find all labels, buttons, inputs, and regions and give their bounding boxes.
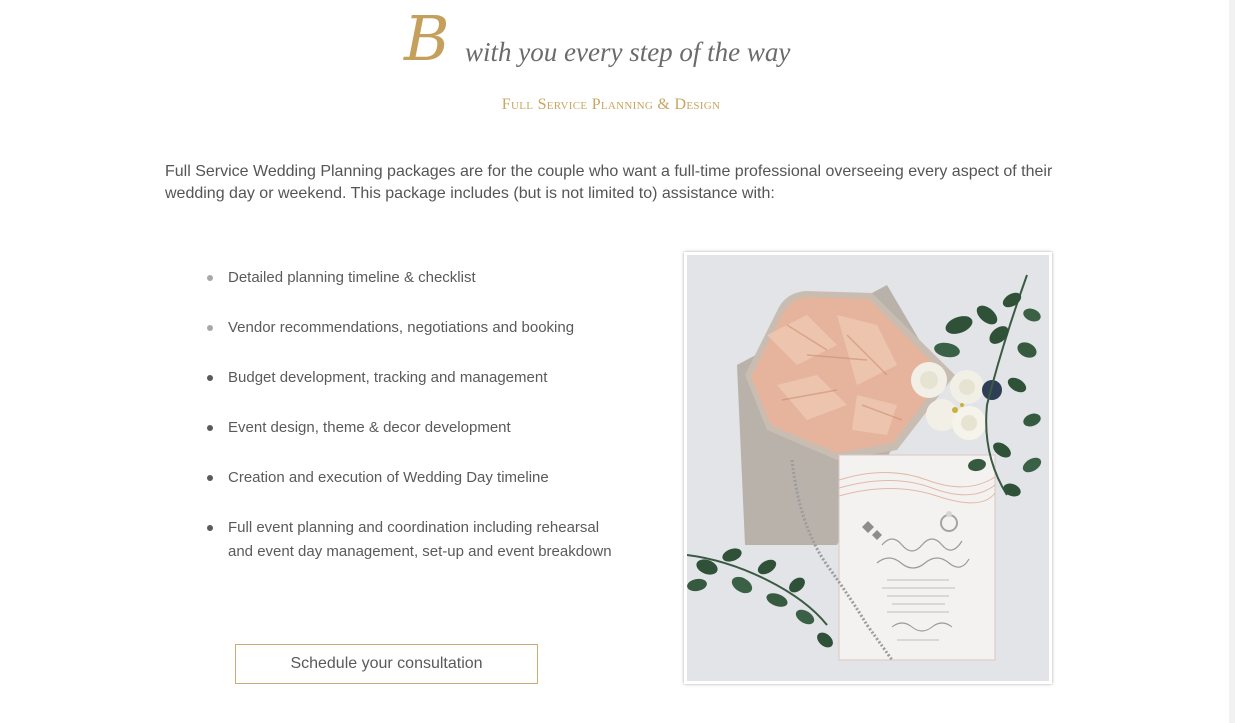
bullet-icon bbox=[207, 475, 213, 481]
services-list: Detailed planning timeline & checklist V… bbox=[207, 266, 627, 590]
list-item-text: Event design, theme & decor development bbox=[228, 419, 511, 436]
wedding-invitation-photo bbox=[684, 252, 1052, 684]
list-item-text: Budget development, tracking and managem… bbox=[228, 369, 548, 386]
schedule-consultation-button[interactable]: Schedule your consultation bbox=[235, 644, 538, 684]
list-item: Budget development, tracking and managem… bbox=[207, 366, 627, 390]
monogram-logo: B bbox=[404, 2, 450, 75]
invitation-photo-icon bbox=[687, 255, 1049, 681]
bullet-icon bbox=[207, 325, 213, 331]
list-item: Full event planning and coordination inc… bbox=[207, 516, 627, 564]
tagline: with you every step of the way bbox=[465, 37, 791, 67]
section-title: Full Service Planning & Design bbox=[501, 96, 721, 113]
bullet-icon bbox=[207, 525, 213, 531]
bullet-icon bbox=[207, 275, 213, 281]
list-item: Detailed planning timeline & checklist bbox=[207, 266, 627, 290]
page: B with you every step of the way Full Se… bbox=[0, 0, 1235, 723]
list-item: Event design, theme & decor development bbox=[207, 416, 627, 440]
list-item-text: Full event planning and coordination inc… bbox=[228, 519, 612, 560]
page-heading: B with you every step of the way bbox=[402, 6, 822, 76]
list-item-text: Creation and execution of Wedding Day ti… bbox=[228, 469, 549, 486]
bullet-icon bbox=[207, 425, 213, 431]
bullet-icon bbox=[207, 375, 213, 381]
list-item: Creation and execution of Wedding Day ti… bbox=[207, 466, 627, 490]
list-item-text: Detailed planning timeline & checklist bbox=[228, 269, 476, 286]
intro-paragraph: Full Service Wedding Planning packages a… bbox=[165, 163, 1053, 202]
scrollbar-track[interactable] bbox=[1229, 0, 1235, 723]
list-item: Vendor recommendations, negotiations and… bbox=[207, 316, 627, 340]
list-item-text: Vendor recommendations, negotiations and… bbox=[228, 319, 575, 336]
